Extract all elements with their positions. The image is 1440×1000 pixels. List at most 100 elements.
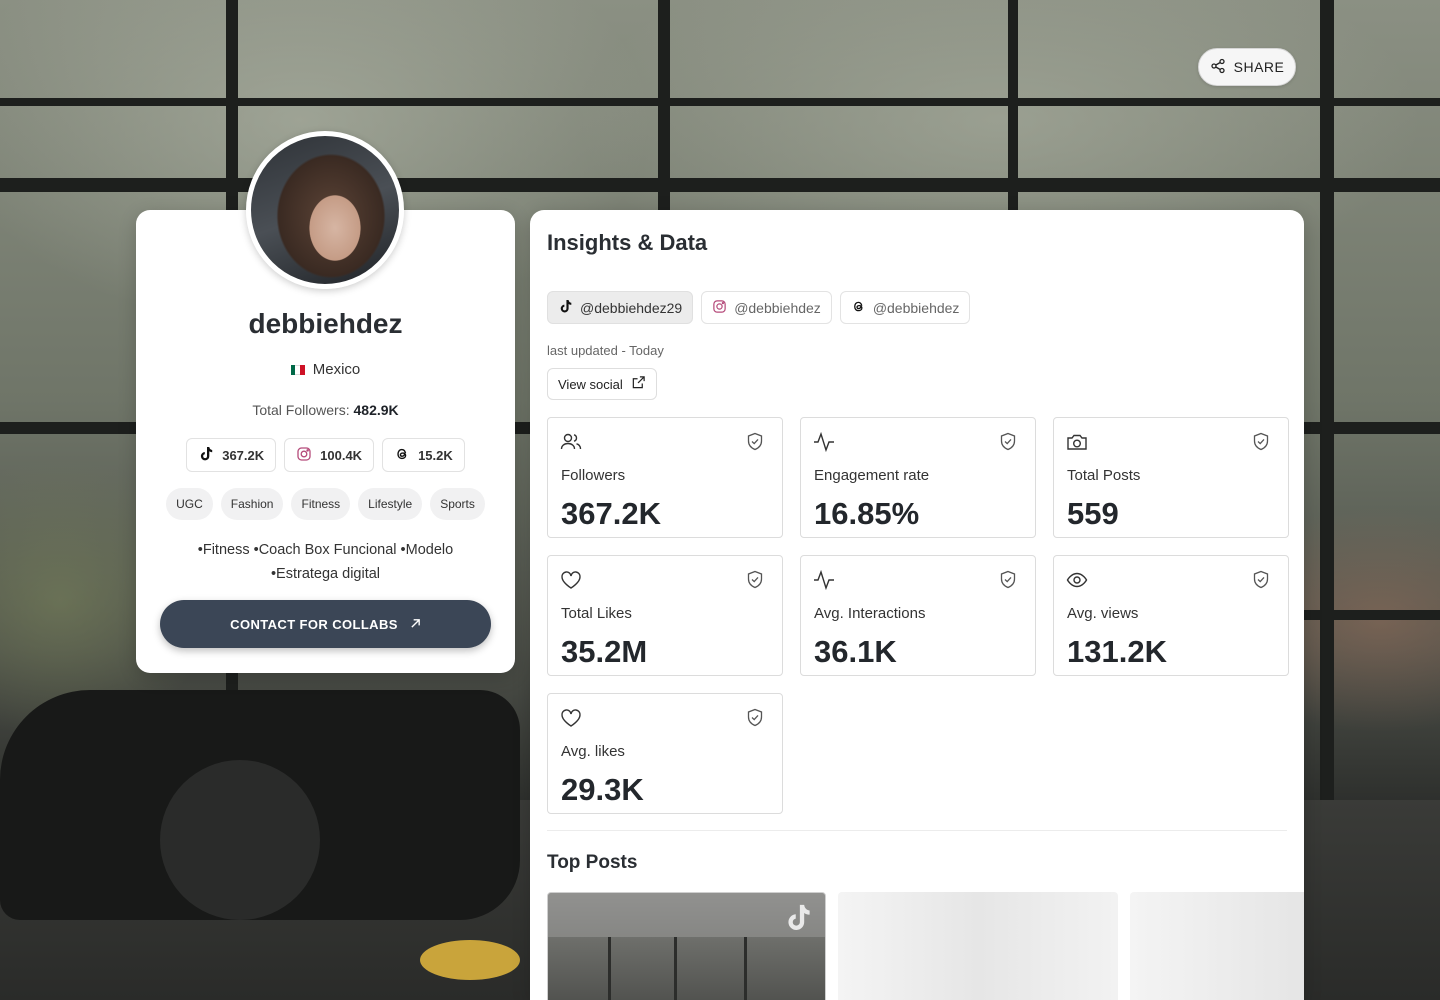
heart-icon: [560, 708, 582, 733]
contact-for-collabs-button[interactable]: CONTACT FOR COLLABS: [160, 600, 491, 648]
top-post-card-loading[interactable]: [838, 892, 1118, 1000]
metric-label: Followers: [561, 467, 626, 484]
metric-card-avg-views: Avg. views 131.2K: [1053, 555, 1289, 676]
tab-tiktok[interactable]: @debbiehdez29: [547, 291, 694, 324]
tag-chip: Fashion: [220, 488, 284, 520]
metric-value: 35.2M: [561, 634, 648, 669]
top-posts-title: Top Posts: [547, 852, 638, 873]
mexico-flag-icon: [290, 364, 305, 375]
profile-name: debbiehdez: [248, 308, 403, 339]
total-followers: Total Followers: 482.9K: [136, 402, 515, 418]
users-icon: [560, 432, 582, 457]
window-frame: [658, 0, 670, 220]
eye-icon: [1066, 570, 1088, 595]
tag-chip: Sports: [430, 488, 485, 520]
metric-label: Avg. views: [1067, 605, 1139, 622]
arrow-up-right-icon: [410, 617, 421, 632]
total-followers-value: 482.9K: [353, 402, 399, 418]
tiktok-icon: [198, 446, 214, 465]
total-followers-label: Total Followers:: [252, 402, 350, 418]
insights-panel: Insights & Data @debbiehdez29 @debbiehde…: [530, 210, 1304, 1000]
window-frame: [1304, 610, 1440, 620]
top-posts-row: [547, 892, 1304, 1000]
tab-instagram[interactable]: @debbiehdez: [701, 291, 832, 324]
section-divider: [547, 830, 1287, 831]
contact-button-label: CONTACT FOR COLLABS: [230, 616, 398, 632]
metric-card-total-posts: Total Posts 559: [1053, 417, 1289, 538]
metric-card-avg-interactions: Avg. Interactions 36.1K: [800, 555, 1036, 676]
verified-shield-icon: [746, 432, 764, 456]
post-image-detail: [674, 937, 677, 1000]
metric-card-avg-likes: Avg. likes 29.3K: [547, 693, 783, 814]
top-post-card[interactable]: [547, 892, 826, 1000]
camera-icon: [1066, 432, 1088, 457]
verified-shield-icon: [999, 432, 1017, 456]
last-updated: last updated - Today: [547, 343, 664, 358]
instagram-icon: [296, 446, 312, 465]
weight-plate: [420, 940, 520, 980]
tag-chip: Lifestyle: [358, 488, 423, 520]
window-frame: [1008, 0, 1018, 220]
view-social-label: View social: [558, 376, 623, 392]
bio-line: •Estratega digital: [270, 566, 381, 582]
verified-shield-icon: [746, 708, 764, 732]
metric-value: 367.2K: [561, 496, 661, 531]
top-post-card-loading[interactable]: [1130, 892, 1304, 1000]
metric-card-followers: Followers 367.2K: [547, 417, 783, 538]
tiktok-icon: [783, 903, 813, 938]
instagram-stat-value: 100.4K: [320, 447, 363, 463]
tiktok-stat-value: 367.2K: [222, 447, 265, 463]
metric-card-total-likes: Total Likes 35.2M: [547, 555, 783, 676]
post-image-detail: [744, 937, 747, 1000]
bio-line: •Fitness •Coach Box Funcional •Modelo: [197, 542, 454, 558]
country-label: Mexico: [312, 361, 361, 378]
metric-label: Total Posts: [1067, 467, 1141, 484]
tag-chip: Fitness: [291, 488, 351, 520]
tab-handle-label: @debbiehdez: [872, 299, 960, 316]
treadmill-roller: [160, 760, 320, 920]
window-frame: [0, 178, 1440, 192]
metric-label: Total Likes: [561, 605, 632, 622]
verified-shield-icon: [1252, 570, 1270, 594]
activity-icon: [813, 431, 835, 457]
view-social-button[interactable]: View social: [547, 368, 657, 400]
tiktok-icon: [558, 299, 573, 317]
threads-icon: [394, 446, 410, 465]
verified-shield-icon: [746, 570, 764, 594]
verified-shield-icon: [1252, 432, 1270, 456]
metric-value: 36.1K: [814, 634, 897, 669]
platform-stats: 367.2K 100.4K 15.2K: [136, 438, 515, 472]
metric-grid: Followers 367.2K Engagement rate 16.85% …: [547, 417, 1289, 814]
post-image-detail: [608, 937, 611, 1000]
profile-bio: •Fitness •Coach Box Funcional •Modelo •E…: [166, 538, 485, 586]
tiktok-stat[interactable]: 367.2K: [186, 438, 277, 472]
avatar: [246, 131, 404, 289]
tab-handle-label: @debbiehdez29: [580, 299, 683, 316]
metric-label: Avg. likes: [561, 743, 625, 760]
verified-shield-icon: [999, 570, 1017, 594]
heart-icon: [560, 570, 582, 595]
external-link-icon: [631, 375, 646, 393]
tab-threads[interactable]: @debbiehdez: [839, 291, 971, 324]
tag-list: UGC Fashion Fitness Lifestyle Sports: [136, 488, 515, 520]
handle-tabs: @debbiehdez29 @debbiehdez @debbiehdez: [547, 291, 971, 324]
threads-stat-value: 15.2K: [418, 447, 453, 463]
metric-value: 29.3K: [561, 772, 644, 807]
instagram-icon: [712, 299, 727, 317]
instagram-stat[interactable]: 100.4K: [284, 438, 375, 472]
threads-stat[interactable]: 15.2K: [382, 438, 465, 472]
metric-label: Engagement rate: [814, 467, 930, 484]
location: Mexico: [136, 361, 515, 378]
window-frame: [1320, 0, 1334, 840]
metric-value: 16.85%: [814, 496, 920, 531]
metric-value: 559: [1067, 496, 1119, 531]
metric-value: 131.2K: [1067, 634, 1167, 669]
tab-handle-label: @debbiehdez: [734, 299, 821, 316]
window-frame: [0, 98, 1440, 106]
share-label: SHARE: [1233, 59, 1285, 75]
share-icon: [1210, 58, 1226, 77]
metric-label: Avg. Interactions: [814, 605, 926, 622]
share-button[interactable]: SHARE: [1198, 48, 1296, 86]
threads-icon: [851, 299, 866, 317]
insights-title: Insights & Data: [547, 230, 708, 255]
